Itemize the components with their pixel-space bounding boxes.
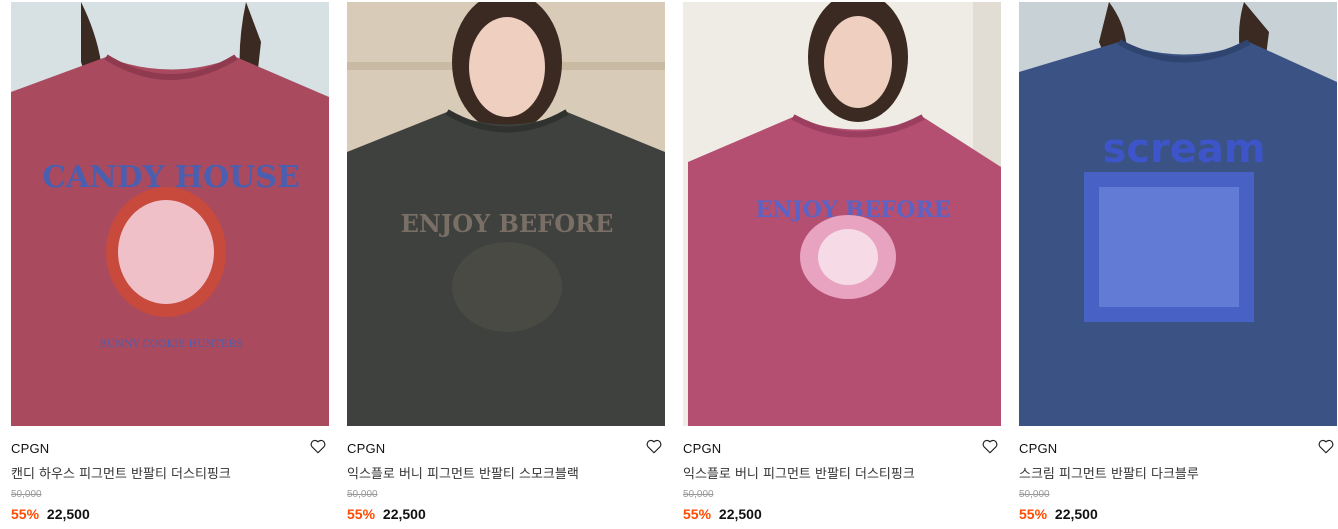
heart-icon[interactable] [645,437,663,455]
svg-text:BUNNY COOKIE HUNTERS: BUNNY COOKIE HUNTERS [99,339,242,350]
sale-price: 22,500 [718,506,762,522]
product-name[interactable]: 익스플로 버니 피그먼트 반팔티 더스티핑크 [683,463,915,482]
price-row: 55% 22,500 [1019,506,1098,522]
product-photo-illustration: ENJOY BEFORE [347,2,665,426]
original-price: 50,000 [347,489,378,500]
product-name[interactable]: 캔디 하우스 피그먼트 반팔티 더스티핑크 [11,463,231,482]
product-image[interactable]: ENJOY BEFORE [347,2,665,426]
product-brand[interactable]: CPGN [347,441,385,456]
product-name[interactable]: 스크림 피그먼트 반팔티 다크블루 [1019,463,1199,482]
product-card[interactable]: scream CPGN 스크림 피그먼트 반팔티 다크블루 50,000 55%… [1019,0,1337,529]
discount-rate: 55% [347,506,376,522]
original-price: 50,000 [683,489,714,500]
product-card[interactable]: CANDY HOUSE BUNNY COOKIE HUNTERS CPGN 캔디… [11,0,329,529]
product-brand[interactable]: CPGN [1019,441,1057,456]
shirt-print-text: scream [1102,126,1265,172]
shirt-print-text: ENJOY BEFORE [401,209,614,238]
original-price: 50,000 [11,489,42,500]
product-brand[interactable]: CPGN [11,441,49,456]
product-photo-illustration: scream [1019,2,1337,426]
heart-icon[interactable] [1317,437,1335,455]
sale-price: 22,500 [382,506,426,522]
product-image[interactable]: scream [1019,2,1337,426]
product-grid: CANDY HOUSE BUNNY COOKIE HUNTERS CPGN 캔디… [0,0,1338,529]
discount-rate: 55% [1019,506,1048,522]
sale-price: 22,500 [1054,506,1098,522]
price-row: 55% 22,500 [683,506,762,522]
price-row: 55% 22,500 [347,506,426,522]
sale-price: 22,500 [46,506,90,522]
heart-icon[interactable] [309,437,327,455]
heart-icon[interactable] [981,437,999,455]
original-price: 50,000 [1019,489,1050,500]
product-card[interactable]: ENJOY BEFORE CPGN 익스플로 버니 피그먼트 반팔티 더스티핑크… [683,0,1001,529]
discount-rate: 55% [11,506,40,522]
product-image[interactable]: ENJOY BEFORE [683,2,1001,426]
product-card[interactable]: ENJOY BEFORE CPGN 익스플로 버니 피그먼트 반팔티 스모크블랙… [347,0,665,529]
product-photo-illustration: ENJOY BEFORE [683,2,1001,426]
discount-rate: 55% [683,506,712,522]
product-image[interactable]: CANDY HOUSE BUNNY COOKIE HUNTERS [11,2,329,426]
product-name[interactable]: 익스플로 버니 피그먼트 반팔티 스모크블랙 [347,463,579,482]
price-row: 55% 22,500 [11,506,90,522]
product-brand[interactable]: CPGN [683,441,721,456]
product-photo-illustration: CANDY HOUSE BUNNY COOKIE HUNTERS [11,2,329,426]
